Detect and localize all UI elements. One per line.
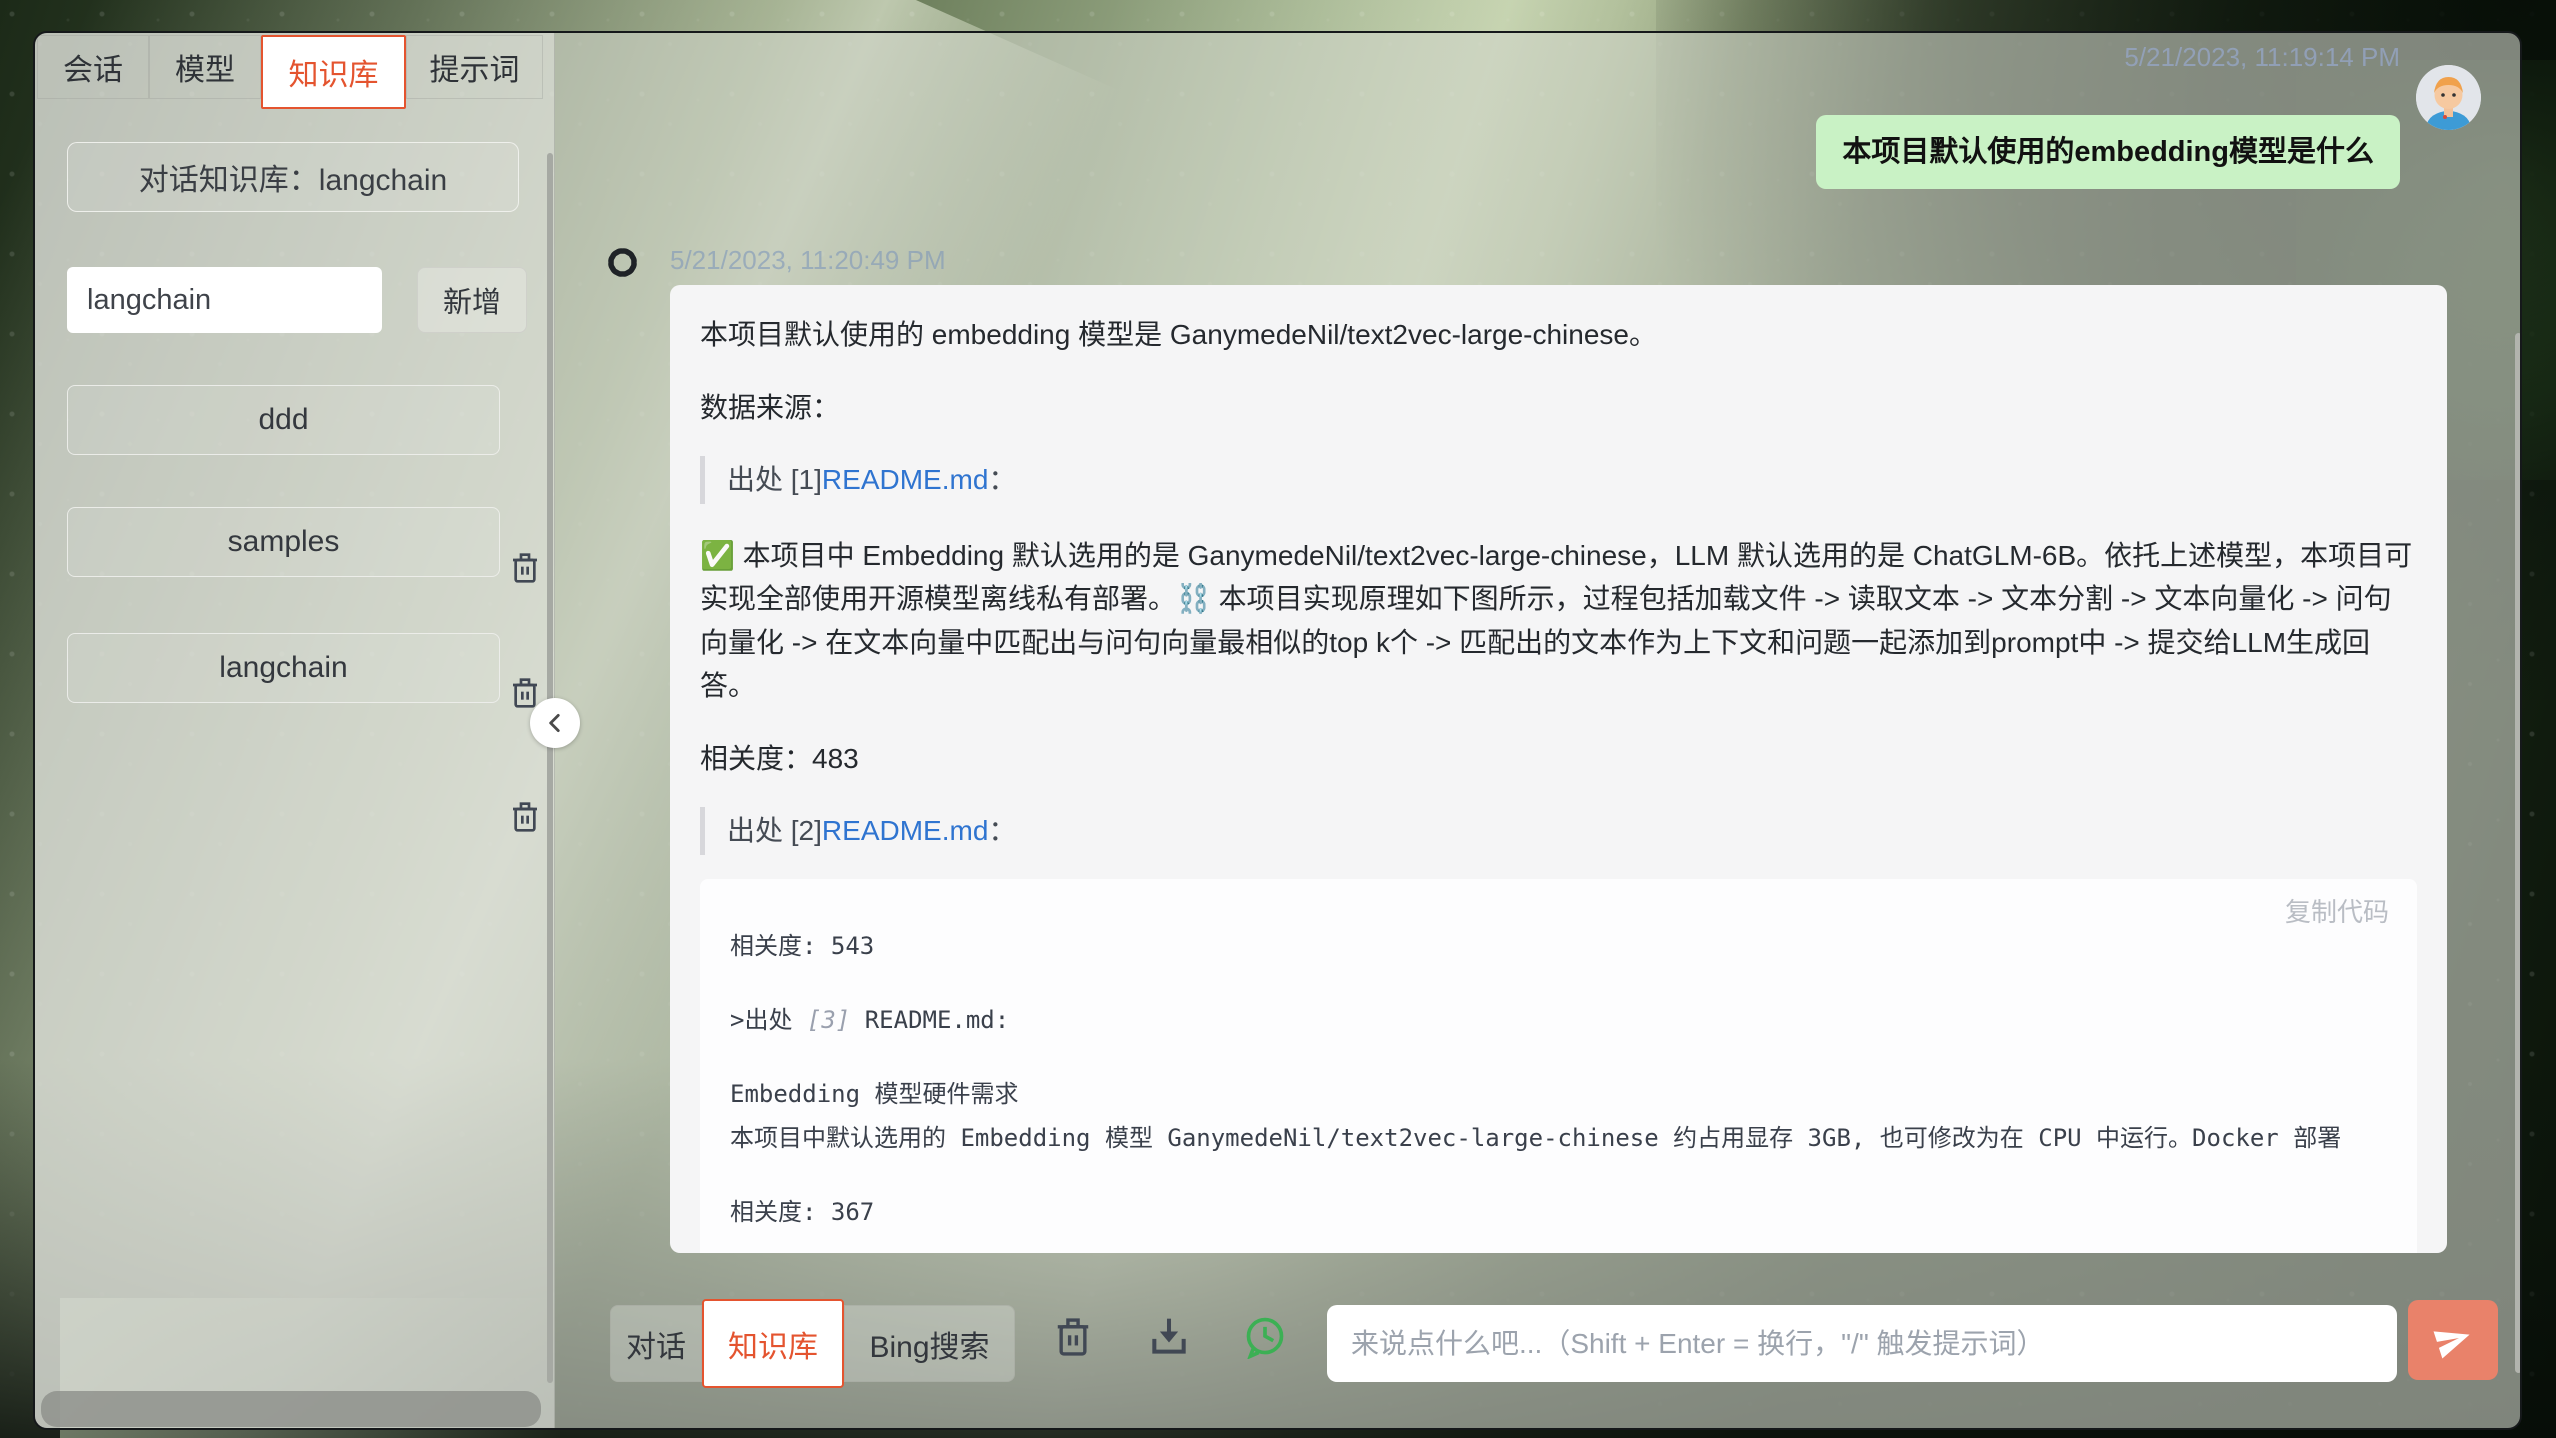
assistant-paragraph: ✅ 本项目中 Embedding 默认选用的是 GanymedeNil/text…	[700, 534, 2417, 708]
sidebar-vertical-scrollbar[interactable]	[547, 153, 553, 1383]
chat-vertical-scrollbar[interactable]	[2515, 333, 2522, 1373]
mode-knowledge-base-button[interactable]: 知识库	[702, 1299, 844, 1388]
history-clock-icon[interactable]	[1243, 1315, 1287, 1359]
tab-knowledge-base[interactable]: 知识库	[261, 35, 406, 109]
chevron-left-icon	[542, 710, 568, 736]
code-citation-ref: [3]	[807, 1006, 850, 1034]
assistant-message-timestamp: 5/21/2023, 11:20:49 PM	[670, 245, 946, 276]
code-line: >出处 [3] README.md:	[730, 1003, 2387, 1037]
kb-list-item[interactable]: ddd	[67, 385, 500, 455]
sidebar-horizontal-scrollbar[interactable]	[41, 1391, 541, 1427]
kb-list-item[interactable]: langchain	[67, 633, 500, 703]
sidebar: 会话 模型 知识库 提示词 对话知识库：langchain 新增 ddd sam…	[35, 33, 555, 1428]
mode-dialog-button[interactable]: 对话	[610, 1305, 702, 1382]
export-download-icon[interactable]	[1147, 1315, 1191, 1359]
tab-model[interactable]: 模型	[149, 35, 261, 99]
user-message-timestamp: 5/21/2023, 11:19:14 PM	[2124, 42, 2400, 73]
screen: 会话 模型 知识库 提示词 对话知识库：langchain 新增 ddd sam…	[0, 0, 2556, 1438]
chat-area: 5/21/2023, 11:19:14 PM 本项目默认使用的embedding…	[555, 33, 2522, 1428]
quote-prefix: 出处 [2]	[727, 809, 822, 852]
quote-suffix: ：	[988, 809, 1016, 852]
code-line: 相关度: 367	[730, 1195, 2387, 1229]
readme-link[interactable]: README.md	[822, 809, 988, 852]
tab-conversation[interactable]: 会话	[37, 35, 149, 99]
user-message-bubble: 本项目默认使用的embedding模型是什么	[1816, 115, 2400, 189]
sidebar-collapse-button[interactable]	[530, 698, 580, 748]
code-block: 复制代码 相关度: 543 >出处 [3] README.md: Embeddi…	[700, 879, 2417, 1253]
source-quote-2: 出处 [2] README.md：	[700, 807, 2417, 855]
code-line: 本项目中默认选用的 Embedding 模型 GanymedeNil/text2…	[730, 1121, 2387, 1155]
trash-icon[interactable]	[509, 550, 541, 586]
user-avatar	[2416, 65, 2481, 130]
quote-prefix: 出处 [1]	[727, 458, 822, 501]
code-line: 相关度: 543	[730, 929, 2387, 963]
assistant-paragraph: 本项目默认使用的 embedding 模型是 GanymedeNil/text2…	[700, 313, 2417, 356]
readme-link[interactable]: README.md	[822, 458, 988, 501]
avatar-illustration	[2416, 65, 2481, 130]
clear-chat-trash-icon[interactable]	[1051, 1315, 1095, 1359]
send-button[interactable]	[2408, 1300, 2498, 1380]
quote-suffix: ：	[988, 458, 1016, 501]
code-line: Embedding 模型硬件需求	[730, 1077, 2387, 1111]
trash-icon[interactable]	[509, 799, 541, 835]
message-input[interactable]	[1327, 1305, 2397, 1382]
tab-prompts[interactable]: 提示词	[406, 35, 543, 99]
kb-list-item[interactable]: samples	[67, 507, 500, 577]
assistant-paragraph: 数据来源：	[700, 386, 2417, 429]
mode-bing-search-button[interactable]: Bing搜索	[844, 1305, 1015, 1382]
assistant-message-card: 本项目默认使用的 embedding 模型是 GanymedeNil/text2…	[670, 285, 2447, 1253]
app-window: 会话 模型 知识库 提示词 对话知识库：langchain 新增 ddd sam…	[33, 31, 2522, 1430]
copy-code-button[interactable]: 复制代码	[2285, 895, 2389, 929]
add-kb-button[interactable]: 新增	[417, 267, 527, 333]
relevance-score: 相关度：483	[700, 737, 2417, 780]
paper-plane-icon	[2429, 1316, 2477, 1364]
openai-logo-icon	[599, 239, 646, 286]
new-kb-name-input[interactable]	[67, 267, 382, 333]
active-knowledge-base-label[interactable]: 对话知识库：langchain	[67, 142, 519, 212]
source-quote-1: 出处 [1] README.md：	[700, 456, 2417, 504]
